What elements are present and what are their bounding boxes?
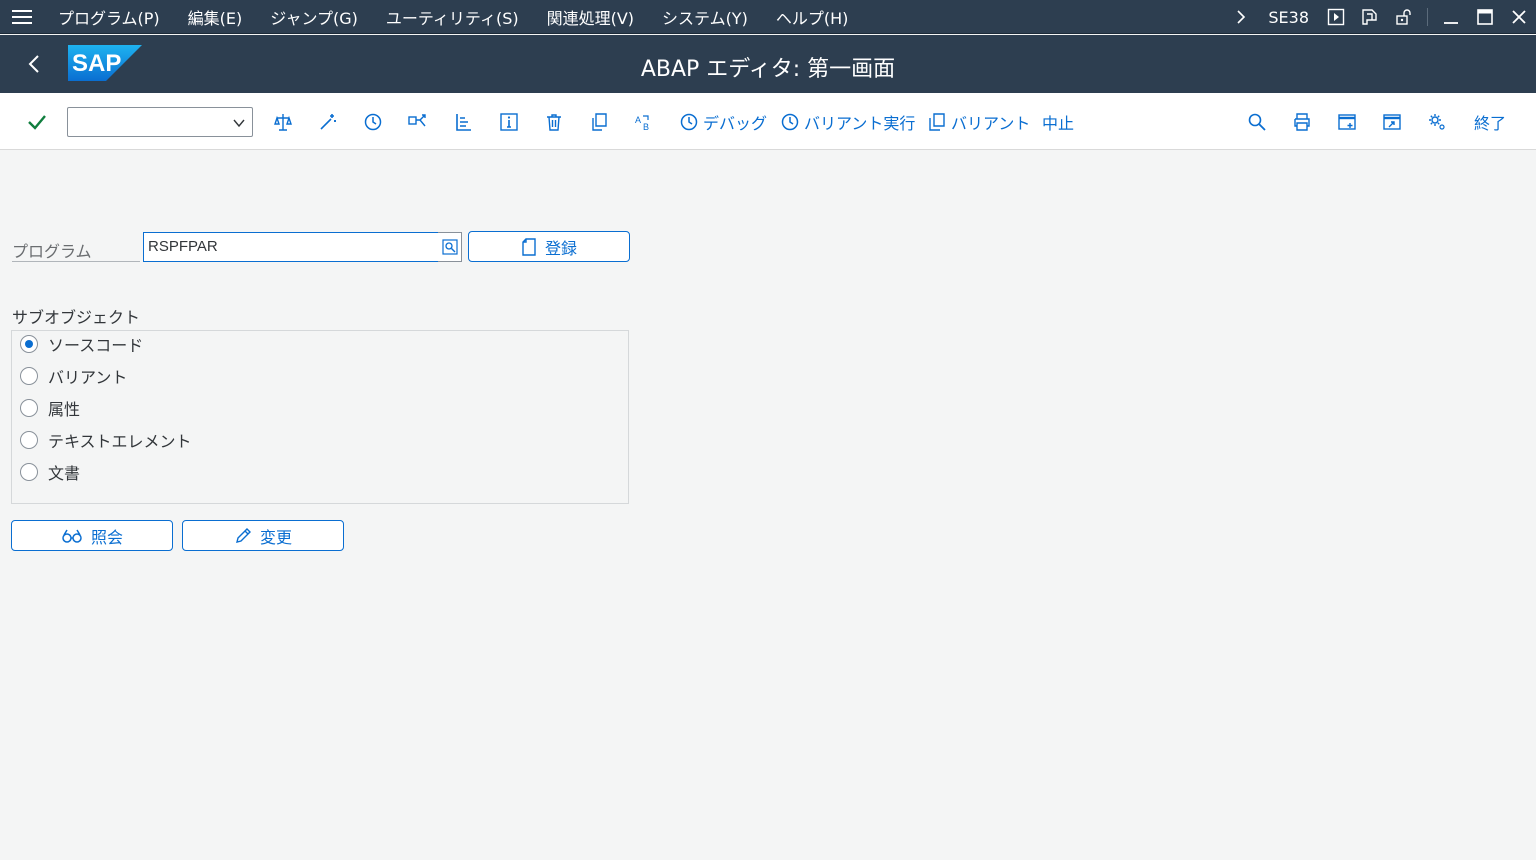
radio-text-elements[interactable]: テキストエレメント — [20, 428, 192, 452]
cancel-button[interactable]: 中止 — [1042, 107, 1074, 137]
create-document-icon — [522, 237, 536, 256]
check-syntax-icon[interactable] — [268, 107, 298, 137]
variants-button[interactable]: バリアント — [927, 107, 1030, 137]
change-button-label: 変更 — [259, 527, 292, 547]
radio-button[interactable] — [20, 367, 38, 385]
radio-button-selected[interactable] — [20, 335, 38, 353]
radio-attributes[interactable]: 属性 — [20, 396, 80, 420]
radio-label: テキストエレメント — [48, 432, 192, 451]
radio-variants[interactable]: バリアント — [20, 364, 127, 388]
menu-item-utilities[interactable]: ユーティリティ(S) — [372, 0, 533, 34]
radio-button[interactable] — [20, 431, 38, 449]
menubar-divider — [1427, 8, 1428, 26]
activate-magic-wand-icon[interactable] — [313, 107, 343, 137]
new-window-icon[interactable] — [1332, 107, 1362, 137]
radio-source-code[interactable]: ソースコード — [20, 332, 143, 356]
display-button[interactable]: 照会 — [11, 520, 173, 551]
radio-button[interactable] — [20, 463, 38, 481]
value-help-icon — [441, 239, 458, 255]
menu-bar: プログラム(P) 編集(E) ジャンプ(G) ユーティリティ(S) 関連処理(V… — [0, 0, 1536, 34]
menu-item-goto[interactable]: ジャンプ(G) — [256, 0, 372, 34]
subobject-group-box — [11, 330, 629, 504]
radio-documentation[interactable]: 文書 — [20, 460, 80, 484]
close-icon[interactable] — [1502, 0, 1536, 34]
settings-gear-icon[interactable] — [1422, 107, 1452, 137]
radio-button[interactable] — [20, 399, 38, 417]
create-button-label: 登録 — [544, 238, 577, 258]
open-window-icon[interactable] — [1377, 107, 1407, 137]
menu-item-program[interactable]: プログラム(P) — [44, 0, 174, 34]
exit-button-label: 終了 — [1474, 114, 1507, 133]
svg-text:A: A — [635, 115, 641, 125]
object-list-icon[interactable] — [448, 107, 478, 137]
menubar-right-controls: SE38 — [1224, 0, 1536, 34]
create-button[interactable]: 登録 — [468, 231, 630, 262]
program-input[interactable]: RSPFPAR — [143, 232, 439, 262]
exit-button[interactable]: 終了 — [1474, 107, 1506, 137]
menu-item-edit[interactable]: 編集(E) — [174, 0, 257, 34]
pencil-icon — [236, 527, 251, 543]
menu-item-help[interactable]: ヘルプ(H) — [762, 0, 863, 34]
execute-with-variant-label: バリアント実行 — [804, 114, 916, 133]
menu-item-environment[interactable]: 関連処理(V) — [533, 0, 648, 34]
variants-button-label: バリアント — [951, 114, 1031, 133]
debug-clock-icon — [680, 113, 698, 131]
chevron-right-icon[interactable] — [1224, 0, 1258, 34]
radio-label: 文書 — [48, 464, 81, 483]
search-icon[interactable] — [1242, 107, 1272, 137]
radio-label: ソースコード — [48, 336, 144, 355]
info-icon[interactable] — [494, 107, 524, 137]
maximize-icon[interactable] — [1468, 0, 1502, 34]
svg-text:B: B — [643, 122, 649, 132]
transaction-code: SE38 — [1268, 7, 1309, 27]
page-title: ABAP エディタ: 第一画面 — [640, 57, 896, 82]
where-used-list-icon[interactable] — [403, 107, 433, 137]
debug-button-label: デバッグ — [703, 114, 768, 133]
unlock-icon[interactable] — [1387, 0, 1421, 34]
cancel-button-label: 中止 — [1042, 114, 1075, 133]
chevron-down-icon[interactable] — [232, 116, 246, 130]
variant-clock-icon — [781, 113, 799, 131]
glasses-icon — [62, 529, 82, 543]
enter-check-icon[interactable] — [22, 107, 52, 137]
rename-icon[interactable]: AB — [629, 107, 659, 137]
menu-item-system[interactable]: システム(Y) — [648, 0, 762, 34]
change-button[interactable]: 変更 — [182, 520, 344, 551]
radio-label: バリアント — [48, 368, 128, 387]
variants-copy-icon — [929, 113, 945, 131]
play-icon[interactable] — [1319, 0, 1353, 34]
print-icon[interactable] — [1287, 107, 1317, 137]
command-field[interactable] — [67, 107, 253, 137]
execute-with-variant-button[interactable]: バリアント実行 — [780, 107, 915, 137]
minimize-icon[interactable] — [1434, 0, 1468, 34]
display-button-label: 照会 — [90, 527, 123, 547]
new-session-icon[interactable] — [1353, 0, 1387, 34]
subobject-group-title: サブオブジェクト — [12, 308, 141, 327]
delete-trash-icon[interactable] — [539, 107, 569, 137]
execute-clock-icon[interactable] — [358, 107, 388, 137]
title-bar: SAP ABAP エディタ: 第一画面 — [0, 35, 1536, 93]
debug-button[interactable]: デバッグ — [679, 107, 767, 137]
value-help-button[interactable] — [438, 232, 462, 262]
program-label: プログラム — [12, 236, 140, 262]
copy-icon[interactable] — [584, 107, 614, 137]
hamburger-menu-icon[interactable] — [0, 0, 44, 34]
radio-label: 属性 — [48, 400, 81, 419]
